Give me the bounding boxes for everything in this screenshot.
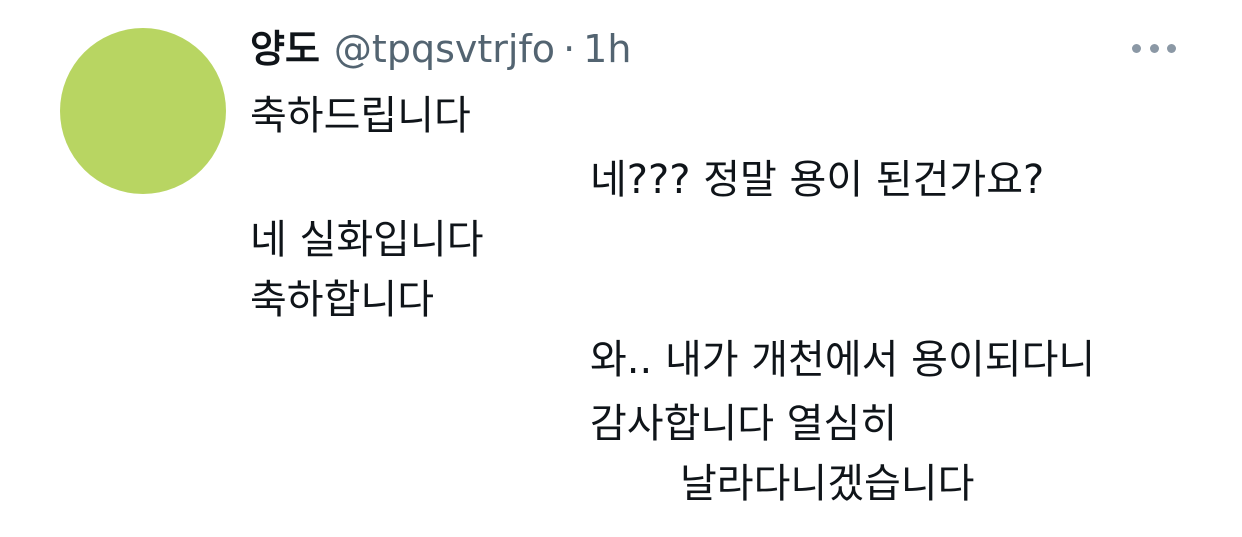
tweet[interactable]: 양도 @tpqsvtrjfo · 1h 축하드립니다 네??? 정말 용이 된건… [0, 0, 1242, 537]
more-dot [1132, 43, 1141, 53]
tweet-text-line: 축하합니다 [250, 277, 434, 323]
separator-dot: · [563, 27, 576, 71]
more-dot [1167, 43, 1176, 53]
tweet-text-line: 네 실화입니다 [250, 217, 484, 263]
display-name[interactable]: 양도 [250, 22, 320, 76]
tweet-text-line: 와.. 내가 개천에서 용이되다니 [590, 337, 1096, 383]
tweet-text-line: 감사합니다 열심히 [590, 401, 898, 447]
more-horizontal-icon[interactable] [1132, 36, 1176, 60]
more-dot [1149, 43, 1159, 53]
timestamp[interactable]: 1h [583, 22, 631, 76]
tweet-text-line: 축하드립니다 [250, 93, 471, 139]
tweet-text-line: 날라다니겠습니다 [680, 461, 975, 507]
avatar[interactable] [60, 28, 226, 194]
tweet-text-line: 네??? 정말 용이 된건가요? [590, 157, 1045, 203]
tweet-header: 양도 @tpqsvtrjfo · 1h [250, 22, 631, 76]
user-handle[interactable]: @tpqsvtrjfo [334, 22, 555, 76]
